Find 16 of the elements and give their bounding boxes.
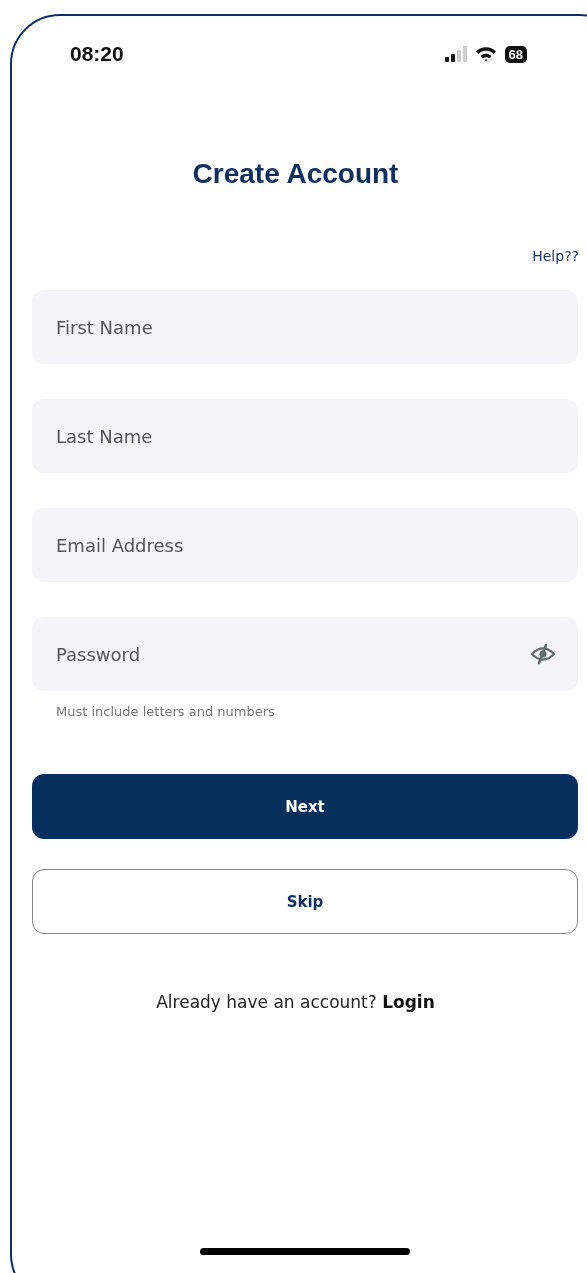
login-link[interactable]: Login bbox=[382, 992, 435, 1012]
login-prompt: Already have an account? Login bbox=[155, 992, 436, 1012]
signal-icon bbox=[444, 46, 467, 62]
password-field[interactable]: Password bbox=[32, 617, 578, 691]
eye-slash-icon[interactable] bbox=[530, 643, 556, 665]
input-field[interactable]: First Name bbox=[32, 290, 578, 364]
input-field[interactable]: Email Address bbox=[32, 508, 578, 582]
wifi-icon bbox=[474, 46, 497, 62]
input-field[interactable]: Last Name bbox=[32, 399, 578, 473]
battery-level: 68 bbox=[504, 45, 527, 63]
skip-button[interactable]: Skip bbox=[32, 869, 578, 934]
status-time: 08:20 bbox=[70, 42, 124, 66]
help-link[interactable]: Help?? bbox=[532, 248, 579, 264]
next-button[interactable]: Next bbox=[32, 774, 578, 839]
password-hint: Must include letters and numbers bbox=[56, 704, 276, 719]
page-title: Create Account bbox=[191, 158, 400, 190]
